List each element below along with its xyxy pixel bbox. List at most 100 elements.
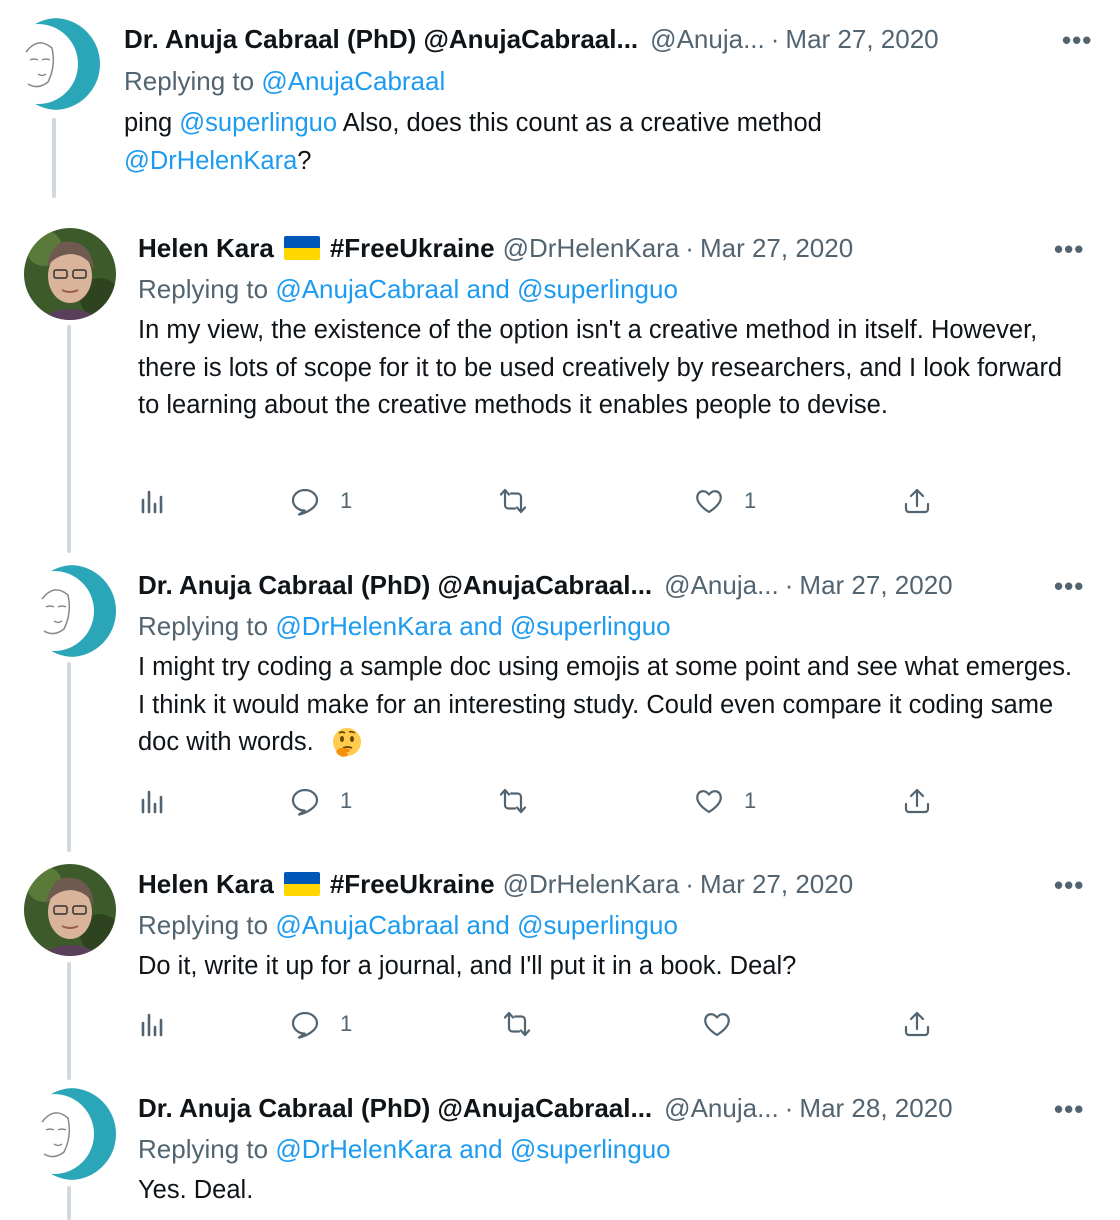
replying-to-label: Replying to [138, 274, 269, 304]
reply-icon [291, 1011, 319, 1039]
anuja-avatar-icon [8, 18, 100, 110]
replying-to-link[interactable]: @AnujaCabraal and @superlinguo [275, 910, 678, 940]
tweet-header: Dr. Anuja Cabraal (PhD) @AnujaCabraal...… [124, 22, 939, 56]
more-options-button[interactable]: ••• [1054, 872, 1084, 898]
thread-line [67, 962, 71, 1080]
text-segment: ping [124, 109, 180, 137]
tweet-actions: 1 1 [138, 486, 938, 526]
share-button[interactable] [902, 486, 932, 516]
analytics-button[interactable] [138, 1009, 168, 1039]
thread-line [52, 118, 56, 198]
replying-to: Replying to @AnujaCabraal and @superling… [138, 272, 678, 306]
retweet-button[interactable] [498, 486, 528, 516]
analytics-icon [141, 1013, 163, 1037]
more-options-button[interactable]: ••• [1054, 573, 1084, 599]
replying-to-link[interactable]: @DrHelenKara and @superlinguo [275, 1134, 670, 1164]
retweet-button[interactable] [502, 1009, 532, 1039]
replying-to-label: Replying to [138, 910, 269, 940]
replying-to: Replying to @DrHelenKara and @superlingu… [138, 609, 671, 643]
tweet-header: Dr. Anuja Cabraal (PhD) @AnujaCabraal...… [138, 568, 953, 602]
like-count: 1 [744, 488, 757, 513]
like-button[interactable] [702, 1009, 732, 1039]
reply-icon [291, 788, 319, 816]
thread-line [67, 662, 71, 852]
tweet-text: Do it, write it up for a journal, and I'… [138, 952, 797, 980]
share-icon [904, 1011, 930, 1037]
display-name[interactable]: Helen Kara [138, 867, 274, 901]
like-button[interactable]: 1 [694, 486, 756, 516]
user-handle[interactable]: @DrHelenKara [503, 231, 680, 265]
tweet-text: I might try coding a sample doc using em… [138, 649, 1078, 762]
tweet-date[interactable]: Mar 28, 2020 [799, 1091, 952, 1125]
replying-to-link[interactable]: @AnujaCabraal and @superlinguo [275, 274, 678, 304]
avatar[interactable] [24, 565, 116, 657]
analytics-button[interactable] [138, 486, 168, 516]
tweet-date[interactable]: Mar 27, 2020 [700, 867, 853, 901]
heart-icon [704, 1013, 730, 1037]
replying-to-link[interactable]: @AnujaCabraal [261, 66, 445, 96]
more-options-button[interactable]: ••• [1062, 27, 1092, 53]
analytics-icon [141, 790, 163, 814]
tweet-text: In my view, the existence of the option … [138, 316, 1063, 419]
avatar[interactable] [24, 1088, 116, 1180]
retweet-icon [503, 1011, 531, 1037]
reply-icon [291, 488, 319, 516]
tweet-date[interactable]: Mar 27, 2020 [799, 568, 952, 602]
user-handle[interactable]: @DrHelenKara [503, 867, 680, 901]
tweet-actions: 1 1 [138, 786, 938, 826]
retweet-button[interactable] [498, 786, 528, 816]
separator: · [784, 1093, 794, 1123]
replying-to-label: Replying to [138, 1134, 269, 1164]
display-name[interactable]: Dr. Anuja Cabraal (PhD) @AnujaCabraal... [124, 22, 638, 56]
avatar[interactable] [24, 864, 116, 956]
thread-line [67, 1186, 71, 1220]
tweet-date[interactable]: Mar 27, 2020 [785, 22, 938, 56]
replying-to: Replying to @AnujaCabraal [124, 64, 445, 98]
replying-to-link[interactable]: @DrHelenKara and @superlinguo [275, 611, 670, 641]
tweet-date[interactable]: Mar 27, 2020 [700, 231, 853, 265]
share-icon [904, 788, 930, 814]
separator: · [770, 24, 780, 54]
more-options-button[interactable]: ••• [1054, 1096, 1084, 1122]
helen-avatar-icon [24, 228, 116, 320]
share-icon [904, 488, 930, 514]
replying-to: Replying to @AnujaCabraal and @superling… [138, 908, 678, 942]
like-count: 1 [744, 788, 757, 813]
tweet-header: Dr. Anuja Cabraal (PhD) @AnujaCabraal...… [138, 1091, 953, 1125]
reply-button[interactable]: 1 [290, 486, 352, 516]
tweet-header: Helen Kara #FreeUkraine @DrHelenKara · M… [138, 867, 853, 901]
mention-link[interactable]: @superlinguo [179, 109, 337, 137]
separator: · [784, 570, 794, 600]
text-segment: Also, does this count as a creative meth… [337, 109, 822, 137]
replying-to: Replying to @DrHelenKara and @superlingu… [138, 1132, 671, 1166]
avatar[interactable] [8, 18, 100, 110]
analytics-button[interactable] [138, 786, 168, 816]
like-button[interactable]: 1 [694, 786, 756, 816]
retweet-icon [499, 788, 527, 814]
display-name[interactable]: Helen Kara [138, 231, 274, 265]
share-button[interactable] [902, 786, 932, 816]
avatar[interactable] [24, 228, 116, 320]
tweet-header: Helen Kara #FreeUkraine @DrHelenKara · M… [138, 231, 853, 265]
reply-button[interactable]: 1 [290, 1009, 352, 1039]
anuja-avatar-icon [24, 1088, 116, 1180]
more-options-button[interactable]: ••• [1054, 236, 1084, 262]
ukraine-flag-icon [283, 872, 320, 896]
user-handle[interactable]: @Anuja... [650, 22, 765, 56]
user-handle[interactable]: @Anuja... [664, 568, 779, 602]
heart-icon [696, 790, 722, 814]
reply-button[interactable]: 1 [290, 786, 352, 816]
user-handle[interactable]: @Anuja... [664, 1091, 779, 1125]
replying-to-label: Replying to [138, 611, 269, 641]
reply-count: 1 [340, 1011, 353, 1036]
reply-count: 1 [340, 488, 353, 513]
mention-link[interactable]: @DrHelenKara [124, 147, 297, 175]
hashtag: #FreeUkraine [329, 869, 495, 899]
hashtag: #FreeUkraine [329, 233, 495, 263]
display-name[interactable]: Dr. Anuja Cabraal (PhD) @AnujaCabraal... [138, 1091, 652, 1125]
share-button[interactable] [902, 1009, 932, 1039]
helen-avatar-icon [24, 864, 116, 956]
replying-to-label: Replying to [124, 66, 255, 96]
display-name[interactable]: Dr. Anuja Cabraal (PhD) @AnujaCabraal... [138, 568, 652, 602]
retweet-icon [499, 488, 527, 514]
